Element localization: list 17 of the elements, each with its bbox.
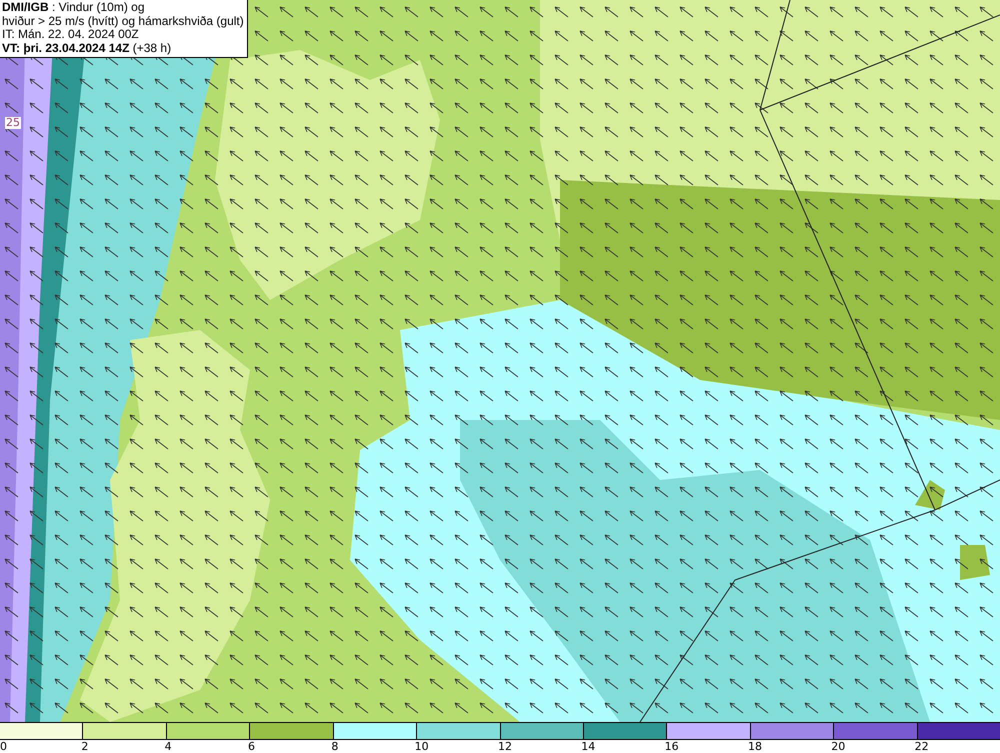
tick-label: 14	[581, 740, 596, 753]
tick-label: 22	[914, 740, 929, 753]
legend-text: hviður > 25 m/s (hvítt) og hámarkshviða (gult)	[2, 14, 244, 28]
legend-init-time: IT: Mán. 22. 04. 2024 00Z	[2, 28, 140, 42]
contour-label: 25	[5, 117, 21, 129]
tick-label: 12	[498, 740, 512, 753]
tick-label: 6	[248, 740, 255, 753]
tick-label: 2	[81, 740, 88, 753]
tick-label: 10	[414, 740, 429, 753]
tick-label: 0	[0, 740, 7, 753]
legend-title: DMI/IGB : Vindur (10m) og	[2, 1, 146, 14]
tick-label: 16	[664, 740, 679, 753]
legend-valid-time: VT: þri. 23.04.2024 14Z (+38 h)	[2, 42, 172, 55]
tick-label: 8	[331, 740, 338, 753]
tick-label: 20	[831, 740, 846, 753]
tick-label: 4	[164, 740, 172, 753]
tick-label: 18	[748, 740, 762, 753]
